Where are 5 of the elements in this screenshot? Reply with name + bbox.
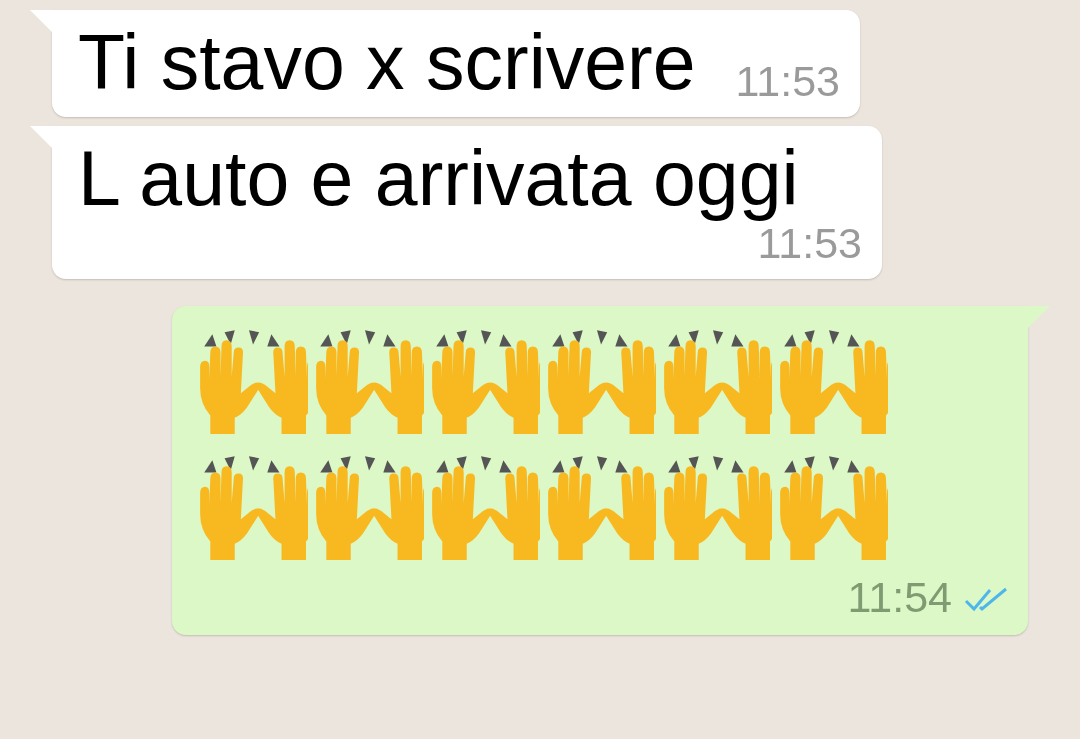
- message-text: L auto e arrivata oggi: [78, 133, 799, 223]
- message-time: 11:54: [847, 576, 952, 624]
- message-time: 11:53: [757, 222, 862, 270]
- message-text: Ti stavo x scrivere: [78, 18, 696, 107]
- message-time: 11:53: [735, 59, 840, 107]
